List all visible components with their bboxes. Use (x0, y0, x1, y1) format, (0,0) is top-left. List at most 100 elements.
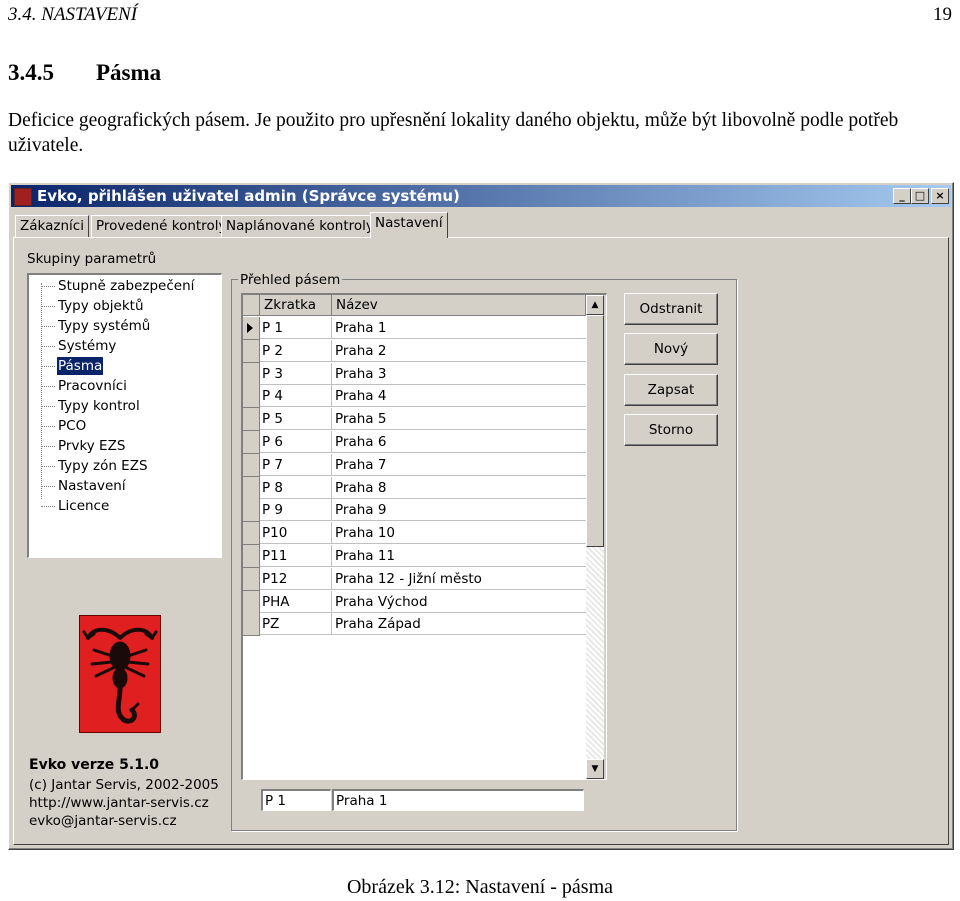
cell-zkratka[interactable]: P 3 (260, 362, 332, 385)
app-icon (14, 188, 32, 206)
cell-nazev[interactable]: Praha 7 (332, 454, 586, 476)
minimize-icon[interactable]: _ (893, 188, 911, 204)
tree-item[interactable]: Typy kontrol (57, 397, 141, 415)
zones-grid[interactable]: Zkratka Název P 1 Praha 1P 2 Praha 2P 3 Pra… (241, 293, 607, 780)
table-row[interactable]: P11 Praha 11 (243, 545, 586, 568)
table-row[interactable]: P 6 Praha 6 (243, 431, 586, 454)
cell-nazev[interactable]: Praha 6 (332, 431, 586, 453)
tree-item[interactable]: PCO (57, 417, 87, 435)
table-row[interactable]: PZ Praha Západ (243, 613, 586, 637)
row-indicator[interactable] (243, 590, 260, 614)
table-row[interactable]: PHA Praha Východ (243, 590, 586, 614)
row-indicator[interactable] (243, 362, 260, 386)
maximize-icon[interactable]: □ (911, 188, 929, 204)
tree-item[interactable]: Prvky EZS (57, 437, 126, 455)
window-title: Evko, přihlášen uživatel admin (Správce … (37, 187, 460, 205)
cell-nazev[interactable]: Praha 3 (332, 363, 586, 385)
cell-zkratka[interactable]: P10 (260, 522, 332, 545)
cell-zkratka[interactable]: PZ (260, 613, 332, 636)
table-row[interactable]: P 7 Praha 7 (243, 453, 586, 477)
cell-nazev[interactable]: Praha 10 (332, 522, 586, 545)
cell-zkratka[interactable]: P11 (260, 545, 332, 567)
table-row[interactable]: P 4 Praha 4 (243, 385, 586, 409)
row-indicator[interactable] (243, 545, 260, 568)
cell-zkratka[interactable]: PHA (260, 590, 332, 613)
new-button[interactable]: Nový (624, 333, 718, 365)
tab-naplanovane-kontroly[interactable]: Naplánované kontroly (221, 215, 379, 237)
name-input[interactable]: Praha 1 (332, 789, 584, 811)
cell-zkratka[interactable]: P 1 (260, 317, 332, 339)
table-row[interactable]: P 3 Praha 3 (243, 362, 586, 386)
cell-nazev[interactable]: Praha 1 (332, 317, 586, 339)
cancel-button[interactable]: Storno (624, 414, 718, 446)
cell-nazev[interactable]: Praha 8 (332, 477, 586, 499)
cell-zkratka[interactable]: P 4 (260, 385, 332, 408)
cell-nazev[interactable]: Praha 12 - Jižní město (332, 568, 586, 590)
tree-item[interactable]: Typy zón EZS (57, 457, 149, 475)
cell-nazev[interactable]: Praha 4 (332, 385, 586, 408)
table-row[interactable]: P 9 Praha 9 (243, 499, 586, 523)
tree-item[interactable]: Stupně zabezpečení (57, 277, 195, 295)
cell-nazev[interactable]: Praha 2 (332, 340, 586, 362)
delete-button[interactable]: Odstranit (624, 293, 718, 325)
tab-zakaznici[interactable]: Zákazníci (15, 215, 89, 237)
cell-zkratka[interactable]: P 8 (260, 476, 332, 499)
tree-item[interactable]: Typy systémů (57, 317, 151, 335)
row-indicator[interactable] (243, 476, 260, 500)
column-header-nazev[interactable]: Název (332, 295, 586, 316)
tree-item[interactable]: Typy objektů (57, 297, 145, 315)
cell-zkratka[interactable]: P 7 (260, 453, 332, 476)
save-button[interactable]: Zapsat (624, 374, 718, 406)
row-indicator[interactable] (243, 385, 260, 409)
table-row[interactable]: P 8 Praha 8 (243, 476, 586, 500)
scroll-up-icon[interactable]: ▲ (586, 295, 604, 315)
row-indicator[interactable] (243, 317, 260, 340)
table-row[interactable]: P10 Praha 10 (243, 522, 586, 546)
cell-zkratka[interactable]: P12 (260, 567, 332, 590)
row-indicator[interactable] (243, 408, 260, 432)
close-icon[interactable]: × (931, 188, 949, 204)
row-indicator[interactable] (243, 522, 260, 546)
code-input[interactable]: P 1 (261, 789, 331, 811)
cell-nazev[interactable]: Praha 11 (332, 545, 586, 567)
section-number: 3.4.5 (8, 60, 54, 85)
page-header: 3.4. NASTAVENÍ 19 (8, 4, 952, 26)
tab-provedene-kontroly[interactable]: Provedené kontroly (91, 215, 232, 237)
cell-zkratka[interactable]: P 2 (260, 339, 332, 362)
vertical-scrollbar[interactable]: ▲ ▼ (586, 295, 604, 779)
scroll-down-icon[interactable]: ▼ (586, 759, 604, 779)
version-label: Evko verze 5.1.0 (29, 757, 160, 773)
cell-zkratka[interactable]: P 6 (260, 431, 332, 453)
scroll-thumb[interactable] (586, 315, 604, 547)
cell-zkratka[interactable]: P 5 (260, 408, 332, 431)
scorpion-icon (82, 627, 158, 724)
row-indicator[interactable] (243, 431, 260, 454)
table-row[interactable]: P 1 Praha 1 (243, 317, 586, 340)
body-paragraph: Deficice geografických pásem. Je použito… (8, 110, 899, 156)
cell-nazev[interactable]: Praha Západ (332, 613, 586, 636)
table-row[interactable]: P 2 Praha 2 (243, 339, 586, 363)
row-indicator[interactable] (243, 499, 260, 523)
tab-nastaveni[interactable]: Nastavení (370, 212, 448, 238)
chapter-title: 3.4. NASTAVENÍ (8, 4, 138, 25)
parameter-groups-tree[interactable]: Stupně zabezpečení Typy objektů Typy sys… (27, 273, 222, 558)
row-indicator[interactable] (243, 453, 260, 477)
cell-nazev[interactable]: Praha Východ (332, 591, 586, 613)
tree-item[interactable]: Pracovníci (57, 377, 128, 395)
row-indicator[interactable] (243, 613, 260, 637)
table-row[interactable]: P12 Praha 12 - Jižní město (243, 567, 586, 591)
row-indicator[interactable] (243, 567, 260, 591)
tree-item-selected[interactable]: Pásma (57, 357, 104, 375)
tree-item[interactable]: Licence (57, 497, 110, 515)
cell-zkratka[interactable]: P 9 (260, 499, 332, 522)
section-title: Pásma (96, 60, 162, 85)
column-header-zkratka[interactable]: Zkratka (260, 295, 332, 316)
cell-nazev[interactable]: Praha 9 (332, 499, 586, 522)
page-number: 19 (933, 4, 952, 25)
table-row[interactable]: P 5 Praha 5 (243, 408, 586, 432)
figure-caption: Obrázek 3.12: Nastavení - pásma (346, 876, 613, 898)
tree-item[interactable]: Nastavení (57, 477, 127, 495)
row-indicator[interactable] (243, 339, 260, 363)
tree-item[interactable]: Systémy (57, 337, 117, 355)
cell-nazev[interactable]: Praha 5 (332, 408, 586, 431)
